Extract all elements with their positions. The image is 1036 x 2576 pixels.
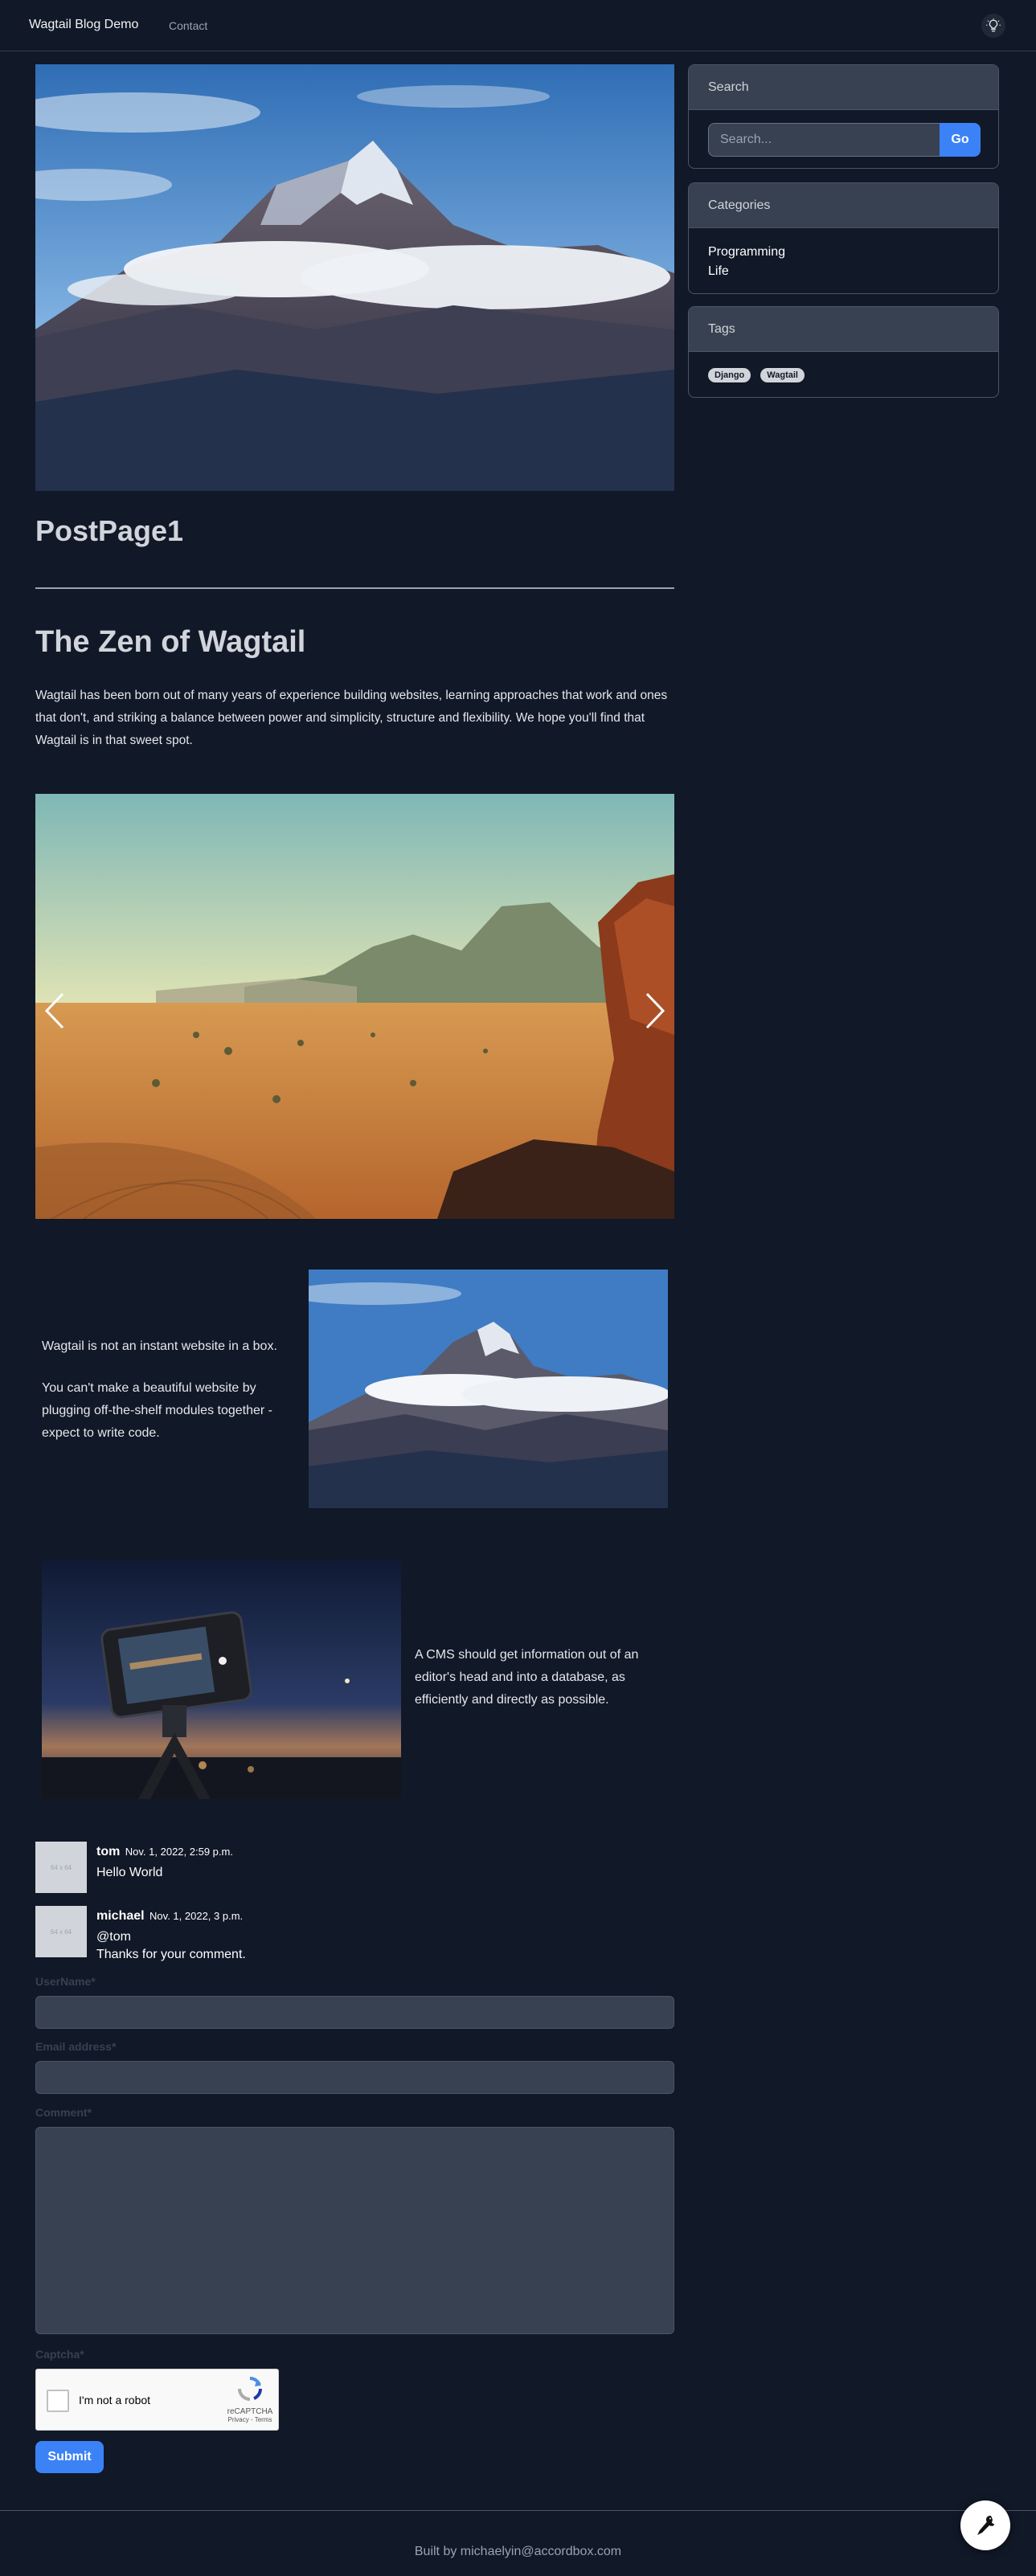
search-form: Go [689, 110, 998, 168]
comment-line: Hello World [96, 1866, 163, 1879]
recaptcha-links[interactable]: Privacy - Terms [226, 2416, 274, 2423]
categories-card: Categories Programming Life [688, 182, 999, 294]
hero-image [35, 64, 674, 491]
image-carousel[interactable] [35, 794, 674, 1219]
image-block-2 [42, 1560, 401, 1799]
text-block-1-paragraph: Wagtail is not an instant website in a b… [42, 1339, 277, 1353]
avatar: 64 x 64 [35, 1842, 87, 1893]
tag-wagtail[interactable]: Wagtail [760, 368, 805, 382]
recaptcha-logo: reCAPTCHA Privacy - Terms [226, 2376, 274, 2423]
wagtail-bird-icon [977, 2516, 994, 2535]
category-link-life[interactable]: Life [708, 262, 979, 281]
comment-line: Thanks for your comment. [96, 1948, 246, 1961]
carousel-next-button[interactable] [639, 987, 671, 1035]
divider [35, 587, 674, 589]
top-navbar: Wagtail Blog Demo Contact [0, 0, 1036, 51]
carousel-image [35, 794, 674, 1219]
tags-card: Tags Django Wagtail [688, 306, 999, 398]
lightbulb-icon [986, 18, 1001, 32]
text-block-2: A CMS should get information out of an e… [415, 1648, 639, 1707]
brand-link[interactable]: Wagtail Blog Demo [29, 18, 138, 32]
email-field[interactable] [35, 2061, 674, 2094]
comment-date: Nov. 1, 2022, 2:59 p.m. [125, 1846, 233, 1858]
username-field[interactable] [35, 1996, 674, 2029]
search-go-button[interactable]: Go [940, 123, 981, 157]
comment-author: tom [96, 1845, 121, 1858]
text-block-1: Wagtail is not an instant website in a b… [42, 1335, 299, 1445]
search-card: Search Go [688, 64, 999, 169]
footer-credit: Built by michaelyin@accordbox.com [414, 2545, 622, 2558]
tag-list: Django Wagtail [689, 352, 998, 397]
intro-paragraph: Wagtail has been born out of many years … [35, 689, 668, 747]
recaptcha-widget: I'm not a robot reCAPTCHA Privacy - Term… [35, 2369, 279, 2431]
tag-django[interactable]: Django [708, 368, 751, 382]
carousel-prev-button[interactable] [39, 987, 71, 1035]
category-list: Programming Life [689, 228, 998, 292]
theme-toggle-button[interactable] [981, 14, 1005, 38]
username-label: UserName* [35, 1975, 96, 1988]
comment-label: Comment* [35, 2106, 92, 2119]
search-card-title: Search [689, 65, 998, 110]
chevron-right-icon [645, 992, 665, 1029]
recaptcha-checkbox[interactable] [47, 2390, 69, 2412]
image-block-1 [309, 1270, 668, 1508]
text-block-1-paragraph: You can't make a beautiful website by pl… [42, 1381, 272, 1440]
category-link-programming[interactable]: Programming [708, 243, 979, 262]
tags-card-title: Tags [689, 307, 998, 352]
comment-header: michael Nov. 1, 2022, 3 p.m. [96, 1909, 243, 1924]
recaptcha-brand: reCAPTCHA [227, 2407, 273, 2416]
page-title: PostPage1 [35, 514, 184, 547]
post-heading: The Zen of Wagtail [35, 625, 306, 659]
categories-card-title: Categories [689, 183, 998, 228]
footer: Built by michaelyin@accordbox.com [0, 2510, 1036, 2576]
comment-line: @tom [96, 1930, 131, 1944]
nav-link-contact[interactable]: Contact [169, 19, 207, 32]
wagtail-userbar-button[interactable] [960, 2500, 1010, 2550]
chevron-left-icon [44, 992, 64, 1029]
comment-author: michael [96, 1909, 145, 1923]
comment-body: Hello World [96, 1864, 162, 1882]
captcha-label: Captcha* [35, 2348, 84, 2361]
comment-date: Nov. 1, 2022, 3 p.m. [149, 1910, 244, 1922]
avatar: 64 x 64 [35, 1906, 87, 1957]
email-label: Email address* [35, 2040, 117, 2053]
search-input[interactable] [708, 123, 940, 157]
submit-button[interactable]: Submit [35, 2441, 104, 2473]
comment-field[interactable] [35, 2127, 674, 2334]
comment-header: tom Nov. 1, 2022, 2:59 p.m. [96, 1845, 233, 1859]
recaptcha-icon [238, 2377, 262, 2401]
comment-body: @tom Thanks for your comment. [96, 1928, 246, 1964]
recaptcha-label: I'm not a robot [79, 2394, 151, 2406]
